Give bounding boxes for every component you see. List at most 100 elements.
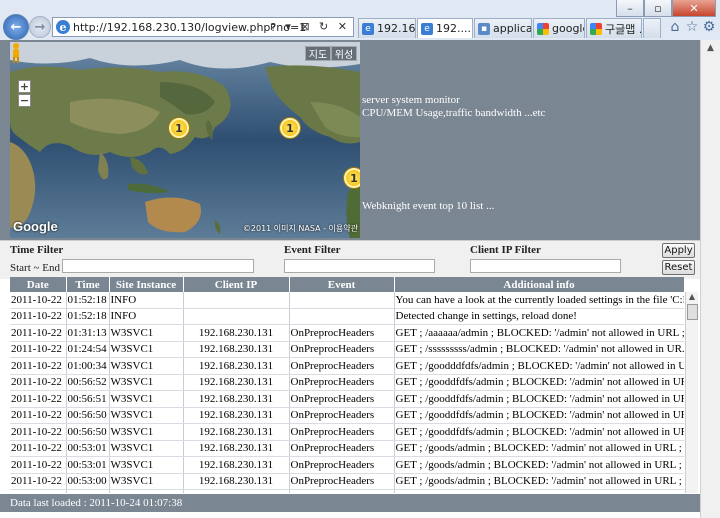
log-table-body: 2011-10-22 01:52:18 INFO You can have a loo…	[10, 292, 684, 493]
client-ip-filter-input[interactable]	[470, 259, 621, 273]
cell-site-instance: W3SVC1	[109, 456, 184, 474]
google-icon	[590, 22, 602, 35]
tab-3[interactable]: ▪ applicat...	[474, 18, 532, 38]
cell-site-instance: W3SVC1	[109, 374, 184, 391]
page-scrollbar[interactable]: ▲	[700, 40, 720, 518]
table-row[interactable]: 2011-10-2200:31:57W3SVC1192.168.230.131O…	[10, 489, 684, 493]
event-filter-input[interactable]	[284, 259, 435, 273]
tab-4[interactable]: google...	[533, 18, 585, 38]
cell-event: OnPreprocHeaders	[289, 374, 395, 391]
col-header-client-ip[interactable]: Client IP	[183, 277, 290, 292]
cell-client-ip: 192.168.230.131	[183, 341, 290, 358]
cell-site-instance: W3SVC1	[109, 390, 184, 408]
cell-additional-info: GET ; /goodddfdfs/admin ; BLOCKED: '/adm…	[394, 357, 684, 375]
col-header-event[interactable]: Event	[289, 277, 395, 292]
zoom-out-button[interactable]: −	[18, 94, 31, 107]
cell-additional-info: GET ; /goods/admin ; BLOCKED: '/admin' n…	[394, 440, 684, 457]
table-row[interactable]: 2011-10-22 01:24:54 W3SVC1 192.168.230.131 O…	[10, 341, 684, 358]
monitor-title: server system monitor	[362, 94, 460, 106]
cell-time: 01:52:18	[66, 292, 110, 309]
monitor-subtitle: CPU/MEM Usage,traffic bandwidth ...etc	[362, 107, 546, 119]
scroll-thumb[interactable]	[687, 304, 698, 320]
cell-client-ip: 192.168.230.131	[183, 473, 290, 490]
col-header-additional-info[interactable]: Additional info	[394, 277, 684, 292]
apply-button[interactable]: Apply	[662, 243, 695, 258]
cell-time: 00:56:50	[66, 407, 110, 424]
table-header-row: Date Time Site Instance Client IP Event …	[10, 277, 684, 292]
scroll-up-icon[interactable]: ▲	[701, 40, 720, 56]
minimize-icon[interactable]: –	[616, 0, 644, 17]
world-map[interactable]: 지도 위성 + − 1 1 1 Google ©2011 이미지 NASA - …	[10, 42, 360, 238]
cell-time: 00:31:57	[66, 489, 110, 493]
cell-time: 01:52:18	[66, 308, 110, 325]
tab-1[interactable]: e 192.16...	[358, 18, 416, 38]
browser-chrome: – ▫ ✕ ← → e http://192.168.230.130/logvi…	[0, 0, 720, 41]
favorites-star-icon[interactable]: ☆	[683, 18, 701, 36]
map-marker-cluster[interactable]: 1	[280, 118, 300, 138]
forward-button[interactable]: →	[29, 16, 51, 38]
cell-site-instance: INFO	[109, 292, 184, 309]
table-row[interactable]: 2011-10-22 01:31:13 W3SVC1 192.168.230.131 O…	[10, 324, 684, 342]
cell-client-ip: 192.168.230.131	[183, 440, 290, 457]
map-marker-cluster[interactable]: 1	[169, 118, 189, 138]
table-row[interactable]: 2011-10-22 00:53:01 W3SVC1 192.168.230.131 O…	[10, 440, 684, 457]
ie-icon: e	[362, 22, 374, 35]
address-bar[interactable]: e http://192.168.230.130/logview.php?no=…	[52, 17, 354, 37]
cell-date: 2011-10-22	[10, 308, 67, 325]
home-icon[interactable]: ⌂	[666, 18, 684, 36]
reset-button[interactable]: Reset	[662, 260, 695, 275]
cell-additional-info: GET ; /goods/admin ; BLOCKED: '/admin' n…	[394, 456, 684, 474]
tab-2-active[interactable]: e 192.... ✕	[417, 18, 473, 38]
cell-additional-info: GET ; /gooddfdfs/admin ; BLOCKED: '/admi…	[394, 407, 684, 424]
maximize-icon[interactable]: ▫	[644, 0, 672, 17]
tab-label: 192....	[436, 22, 471, 35]
cell-date: 2011-10-22	[10, 357, 67, 375]
cell-date: 2011-10-22	[10, 390, 67, 408]
table-row[interactable]: 2011-10-22 01:00:34 W3SVC1 192.168.230.131 O…	[10, 357, 684, 375]
data-last-loaded: Data last loaded : 2011-10-24 01:07:38	[10, 497, 183, 509]
cell-event: OnPreprocHeaders	[289, 324, 395, 342]
col-header-date[interactable]: Date	[10, 277, 67, 292]
cell-site-instance: W3SVC1	[109, 489, 184, 493]
cell-time: 00:56:51	[66, 390, 110, 408]
map-copyright[interactable]: ©2011 이미지 NASA - 이용약관	[243, 223, 358, 234]
table-row[interactable]: 2011-10-22 00:53:01 W3SVC1 192.168.230.131 O…	[10, 456, 684, 474]
back-button[interactable]: ←	[3, 14, 29, 40]
cell-date: 2011-10-22	[10, 489, 67, 493]
street-view-pegman-icon[interactable]	[10, 42, 22, 64]
table-row[interactable]: 2011-10-22 00:53:00 W3SVC1 192.168.230.131 O…	[10, 473, 684, 490]
webknight-top10-title: Webknight event top 10 list ...	[362, 200, 495, 212]
table-row[interactable]: 2011-10-22 00:56:50 W3SVC1 192.168.230.131 O…	[10, 423, 684, 441]
event-filter-label: Event Filter	[284, 244, 341, 256]
status-footer: Data last loaded : 2011-10-24 01:07:38	[0, 494, 700, 512]
client-ip-filter-label: Client IP Filter	[470, 244, 541, 256]
cell-additional-info: You can have a look at the currently loa…	[394, 292, 684, 309]
cell-additional-info: GET ; /goods/admin ; BLOCKED: '/admin' n…	[394, 473, 684, 490]
close-window-icon[interactable]: ✕	[672, 0, 716, 17]
scroll-up-icon[interactable]: ▲	[686, 292, 698, 302]
cell-client-ip	[183, 308, 290, 325]
col-header-time[interactable]: Time	[66, 277, 110, 292]
col-header-site-instance[interactable]: Site Instance	[109, 277, 184, 292]
cell-additional-info: GET ; /aaaaaa/admin ; BLOCKED: '/admin' …	[394, 324, 684, 342]
cell-time: 00:53:01	[66, 440, 110, 457]
table-scrollbar[interactable]: ▲	[685, 292, 698, 493]
new-tab-button[interactable]	[643, 18, 661, 38]
table-row[interactable]: 2011-10-22 00:56:52 W3SVC1 192.168.230.131 O…	[10, 374, 684, 391]
cell-time: 00:53:01	[66, 456, 110, 474]
cell-site-instance: W3SVC1	[109, 324, 184, 342]
time-filter-input[interactable]	[62, 259, 254, 273]
table-row[interactable]: 2011-10-22 00:56:51 W3SVC1 192.168.230.131 O…	[10, 390, 684, 408]
tab-5[interactable]: 구글맵 ...	[586, 18, 642, 38]
map-type-satellite-button[interactable]: 위성	[331, 46, 357, 61]
address-tools-icons[interactable]: ᴘ ▾ ⊠ ↻ ✕	[270, 20, 350, 33]
table-row[interactable]: 2011-10-22 01:52:18 INFO Detected change in…	[10, 308, 684, 325]
zoom-in-button[interactable]: +	[18, 80, 31, 93]
table-row[interactable]: 2011-10-22 01:52:18 INFO You can have a loo…	[10, 292, 684, 309]
cell-event: OnPreprocHeaders	[289, 423, 395, 441]
map-marker-cluster[interactable]: 1	[344, 168, 360, 188]
table-row[interactable]: 2011-10-22 00:56:50 W3SVC1 192.168.230.131 O…	[10, 407, 684, 424]
filter-area: Time Filter Start ~ End Event Filter Cli…	[0, 240, 700, 279]
settings-gear-icon[interactable]: ⚙	[700, 18, 718, 36]
map-type-map-button[interactable]: 지도	[305, 46, 331, 61]
